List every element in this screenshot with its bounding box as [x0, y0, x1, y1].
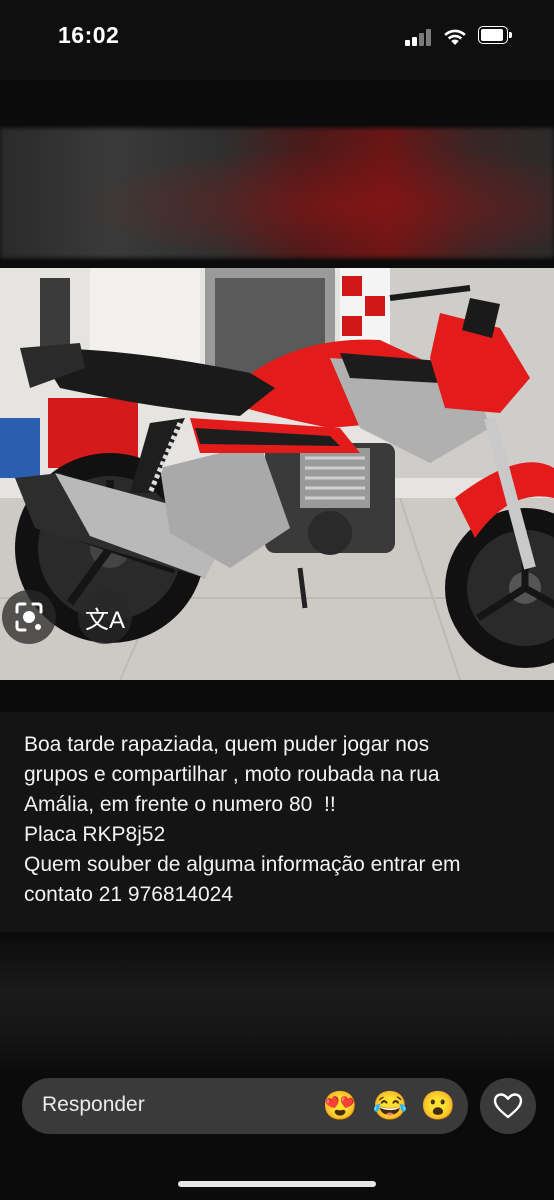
home-indicator[interactable] — [178, 1181, 376, 1187]
heart-icon — [493, 1093, 523, 1119]
caption-line: grupos e compartilhar , moto roubada na … — [24, 763, 440, 786]
reply-placeholder: Responder — [42, 1093, 145, 1116]
surprised-emoji[interactable]: 😮 — [420, 1088, 456, 1124]
post-caption: Boa tarde rapaziada, quem puder jogar no… — [0, 712, 554, 932]
lens-search-icon — [15, 602, 43, 632]
wifi-icon — [444, 29, 466, 45]
lens-search-button[interactable] — [2, 590, 56, 644]
caption-line: Boa tarde rapaziada, quem puder jogar no… — [24, 733, 430, 756]
blurred-background-image — [0, 128, 554, 258]
caption-line: Quem souber de alguma informação entrar … — [24, 853, 461, 876]
caption-line: contato 21 976814024 — [24, 883, 234, 906]
translate-icon: 文A — [84, 606, 125, 634]
cellular-signal-icon — [405, 28, 435, 46]
blurred-background-lower — [0, 938, 554, 1070]
battery-icon — [478, 26, 512, 44]
reply-input[interactable]: Responder 😍 😂 😮 — [22, 1078, 468, 1134]
heart-eyes-emoji[interactable]: 😍 — [322, 1088, 358, 1124]
like-button[interactable] — [480, 1078, 536, 1134]
caption-line: Amália, em frente o numero 80 !! — [24, 793, 336, 816]
status-time: 16:02 — [58, 22, 120, 48]
caption-line: Placa RKP8j52 — [24, 823, 166, 846]
status-bar: 16:02 — [0, 0, 554, 80]
translate-button[interactable]: 文A — [78, 590, 132, 644]
tears-of-joy-emoji[interactable]: 😂 — [372, 1088, 408, 1124]
